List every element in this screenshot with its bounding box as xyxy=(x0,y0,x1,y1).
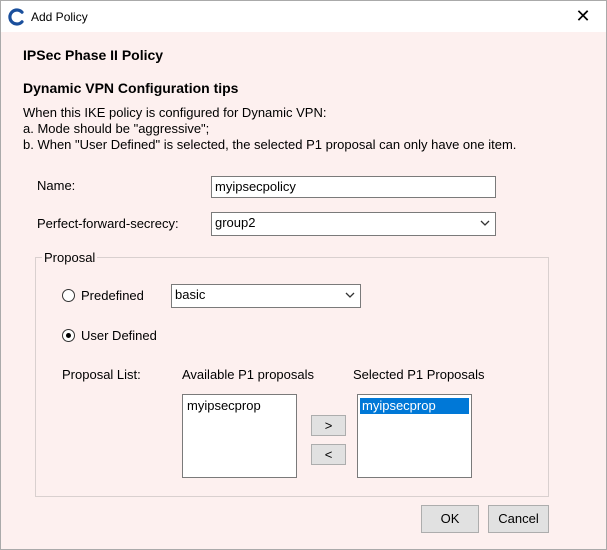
user-defined-radio[interactable] xyxy=(62,329,75,342)
title-bar[interactable]: Add Policy ✕ xyxy=(1,1,606,32)
window-title: Add Policy xyxy=(31,10,88,24)
pfs-label: Perfect-forward-secrecy: xyxy=(37,216,179,231)
name-input-value: myipsecpolicy xyxy=(215,179,296,194)
available-proposals-list[interactable]: myipsecprop xyxy=(182,394,297,478)
proposal-legend: Proposal xyxy=(42,250,98,265)
page-heading: IPSec Phase II Policy xyxy=(23,47,164,63)
predefined-select-value: basic xyxy=(175,287,206,302)
selected-proposals-list[interactable]: myipsecprop xyxy=(357,394,472,478)
add-policy-dialog: Add Policy ✕ IPSec Phase II Policy Dynam… xyxy=(0,0,607,550)
user-defined-label[interactable]: User Defined xyxy=(81,328,157,343)
predefined-label[interactable]: Predefined xyxy=(81,288,144,303)
pfs-select[interactable]: group2 xyxy=(211,212,496,236)
list-item[interactable]: myipsecprop xyxy=(185,398,294,414)
selected-proposals-title: Selected P1 Proposals xyxy=(353,367,485,382)
list-item[interactable]: myipsecprop xyxy=(360,398,469,414)
radio-selected-dot xyxy=(66,333,71,338)
name-label: Name: xyxy=(37,178,76,193)
predefined-select[interactable]: basic xyxy=(171,284,361,308)
tips-line-3: b. When "User Defined" is selected, the … xyxy=(23,137,517,152)
remove-proposal-button[interactable]: < xyxy=(311,444,346,465)
available-proposals-title: Available P1 proposals xyxy=(182,367,315,382)
pfs-select-value: group2 xyxy=(215,215,256,230)
chevron-down-icon xyxy=(345,292,355,298)
ok-button[interactable]: OK xyxy=(421,505,479,533)
tips-line-2: a. Mode should be "aggressive"; xyxy=(23,121,210,136)
proposal-list-label: Proposal List: xyxy=(62,367,141,382)
name-input[interactable]: myipsecpolicy xyxy=(211,176,496,198)
add-proposal-button[interactable]: > xyxy=(311,415,346,436)
tips-line-1: When this IKE policy is configured for D… xyxy=(23,105,327,120)
app-logo-icon xyxy=(8,8,24,26)
chevron-down-icon xyxy=(480,220,490,226)
cancel-button[interactable]: Cancel xyxy=(488,505,549,533)
predefined-radio[interactable] xyxy=(62,289,75,302)
close-icon[interactable]: ✕ xyxy=(560,1,606,32)
tips-title: Dynamic VPN Configuration tips xyxy=(23,80,239,96)
